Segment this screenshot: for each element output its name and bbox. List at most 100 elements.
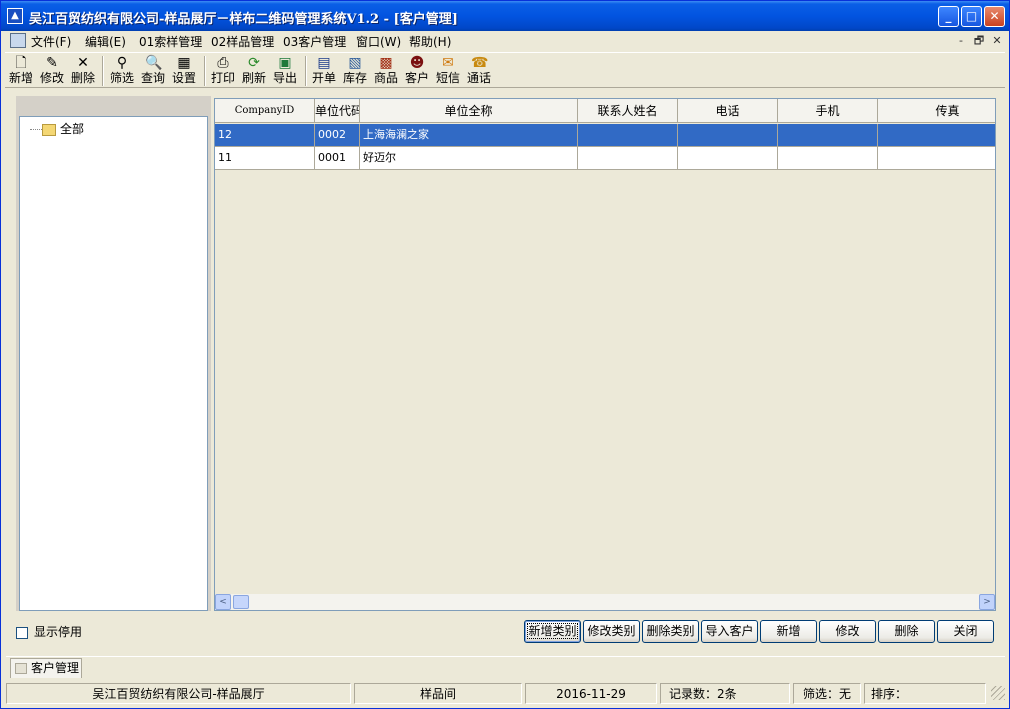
grid-settings-icon: ▦ [177, 55, 191, 71]
printer-icon: ⎙ [217, 55, 229, 71]
close-button[interactable]: ✕ [984, 6, 1005, 27]
customer-grid[interactable]: CompanyID 单位代码 单位全称 联系人姓名 电话 手机 传真 12 00… [214, 98, 996, 611]
cell-contact-name[interactable] [578, 147, 678, 170]
cell-mobile[interactable] [778, 147, 878, 170]
toolbar-delete-button[interactable]: ✕ 删除 [67, 53, 99, 89]
toolbar-call-button[interactable]: ☎ 通话 [463, 53, 495, 89]
menu-sample-management[interactable]: 02样品管理 [211, 33, 274, 50]
column-header-company-id[interactable]: CompanyID [215, 99, 315, 122]
edit-category-button[interactable]: 修改类别 [583, 620, 640, 643]
status-record-count: 记录数：2条 [660, 683, 790, 704]
column-header-mobile[interactable]: 手机 [778, 99, 878, 122]
toolbar: 🗋 新增 ✎ 修改 ✕ 删除 ⚲ 筛选 🔍 查询 ▦ 设置 ⎙ 打印 ⟳ 刷新 … [5, 52, 1005, 88]
cell-fax[interactable] [878, 147, 995, 170]
import-customer-button[interactable]: 导入客户 [701, 620, 758, 643]
inventory-icon: ▧ [348, 55, 362, 71]
toolbar-order-button[interactable]: ▤ 开单 [308, 53, 340, 89]
grid-header: CompanyID 单位代码 单位全称 联系人姓名 电话 手机 传真 [215, 99, 995, 123]
category-tree[interactable]: 全部 [19, 116, 208, 611]
toolbar-query-button[interactable]: 🔍 查询 [137, 53, 169, 89]
tree-node-label: 全部 [60, 122, 85, 136]
status-location: 样品间 [354, 683, 522, 704]
menu-sample-request[interactable]: 01索样管理 [139, 33, 202, 50]
toolbar-inventory-button[interactable]: ▧ 库存 [339, 53, 371, 89]
column-header-contact-name[interactable]: 联系人姓名 [578, 99, 678, 122]
toolbar-separator [204, 56, 206, 86]
toolbar-print-button[interactable]: ⎙ 打印 [207, 53, 239, 89]
menu-edit[interactable]: 编辑(E) [85, 33, 126, 50]
magnifier-icon: 🔍 [145, 55, 163, 71]
cell-company-id[interactable]: 12 [215, 124, 315, 147]
excel-export-icon: ▣ [278, 55, 292, 71]
column-header-fax[interactable]: 传真 [878, 99, 995, 122]
column-header-unit-name[interactable]: 单位全称 [360, 99, 578, 122]
cell-unit-code[interactable]: 0001 [315, 147, 360, 170]
maximize-button[interactable]: □ [961, 6, 982, 27]
toolbar-new-button[interactable]: 🗋 新增 [5, 53, 37, 89]
cell-company-id[interactable]: 11 [215, 147, 315, 170]
toolbar-separator [305, 56, 307, 86]
tab-customer-management[interactable]: 客户管理 [10, 658, 82, 678]
resize-grip[interactable] [991, 686, 1005, 700]
minimize-button[interactable]: _ [938, 6, 959, 27]
show-disabled-label: 显示停用 [34, 625, 83, 639]
edit-button[interactable]: 修改 [819, 620, 876, 643]
scroll-left-button[interactable]: < [215, 594, 231, 610]
checkbox-box[interactable] [16, 626, 28, 639]
scroll-right-button[interactable]: > [979, 594, 995, 610]
title-bar[interactable]: ▲ 吴江百贸纺织有限公司-样品展厅－样布二维码管理系统V1.2 - [客户管理]… [1, 1, 1009, 31]
folder-icon [42, 123, 56, 136]
menu-customer-management[interactable]: 03客户管理 [283, 33, 346, 50]
toolbar-edit-button[interactable]: ✎ 修改 [36, 53, 68, 89]
horizontal-scrollbar[interactable]: < > [215, 594, 995, 610]
toolbar-export-button[interactable]: ▣ 导出 [269, 53, 301, 89]
table-row[interactable]: 11 0001 好迈尔 [215, 147, 995, 170]
cell-mobile[interactable] [778, 124, 878, 147]
mdi-tab-strip: 客户管理 [6, 656, 1005, 678]
app-icon[interactable]: ▲ [7, 8, 23, 24]
menu-window[interactable]: 窗口(W) [356, 33, 401, 50]
toolbar-customer-button[interactable]: ☻ 客户 [401, 53, 433, 89]
mdi-child-icon[interactable] [10, 33, 26, 48]
cell-unit-name[interactable]: 上海海澜之家 [360, 124, 578, 147]
tree-connector [30, 129, 42, 130]
menu-file[interactable]: 文件(F) [31, 33, 71, 50]
toolbar-refresh-button[interactable]: ⟳ 刷新 [238, 53, 270, 89]
toolbar-sms-button[interactable]: ✉ 短信 [432, 53, 464, 89]
order-icon: ▤ [317, 55, 331, 71]
delete-button[interactable]: 删除 [878, 620, 935, 643]
toolbar-filter-button[interactable]: ⚲ 筛选 [106, 53, 138, 89]
tree-node-all[interactable]: 全部 [30, 120, 84, 137]
cell-unit-name[interactable]: 好迈尔 [360, 147, 578, 170]
customer-icon: ☻ [409, 55, 425, 71]
close-form-button[interactable]: 关闭 [937, 620, 994, 643]
status-bar: 吴江百贸纺织有限公司-样品展厅 样品间 2016-11-29 记录数：2条 筛选… [6, 682, 1005, 704]
menu-help[interactable]: 帮助(H) [409, 33, 451, 50]
cell-phone[interactable] [678, 124, 778, 147]
status-filter: 筛选：无 [793, 683, 861, 704]
cell-unit-code[interactable]: 0002 [315, 124, 360, 147]
cell-phone[interactable] [678, 147, 778, 170]
new-doc-icon: 🗋 [15, 55, 27, 71]
add-category-button[interactable]: 新增类别 [524, 620, 581, 643]
tab-label: 客户管理 [31, 661, 80, 675]
status-date: 2016-11-29 [525, 683, 657, 704]
toolbar-settings-button[interactable]: ▦ 设置 [168, 53, 200, 89]
cell-contact-name[interactable] [578, 124, 678, 147]
toolbar-goods-button[interactable]: ▩ 商品 [370, 53, 402, 89]
show-disabled-checkbox[interactable]: 显示停用 [16, 623, 82, 640]
add-button[interactable]: 新增 [760, 620, 817, 643]
binoculars-icon: ⚲ [116, 55, 128, 71]
cell-fax[interactable] [878, 124, 995, 147]
delete-category-button[interactable]: 删除类别 [642, 620, 699, 643]
customer-management-form: 全部 CompanyID 单位代码 单位全称 联系人姓名 电话 手机 传真 12… [6, 91, 1005, 651]
column-header-unit-code[interactable]: 单位代码 [315, 99, 360, 122]
scroll-thumb[interactable] [233, 595, 249, 609]
table-row[interactable]: 12 0002 上海海澜之家 [215, 124, 995, 147]
mdi-close-button[interactable]: ✕ [989, 33, 1005, 48]
mdi-restore-button[interactable]: 🗗 [971, 33, 987, 48]
column-header-phone[interactable]: 电话 [678, 99, 778, 122]
menu-bar: 文件(F) 编辑(E) 01索样管理 02样品管理 03客户管理 窗口(W) 帮… [1, 31, 1009, 51]
mdi-minimize-button[interactable]: - [953, 33, 969, 48]
grid-body: 12 0002 上海海澜之家 11 0001 好迈尔 [215, 124, 995, 594]
